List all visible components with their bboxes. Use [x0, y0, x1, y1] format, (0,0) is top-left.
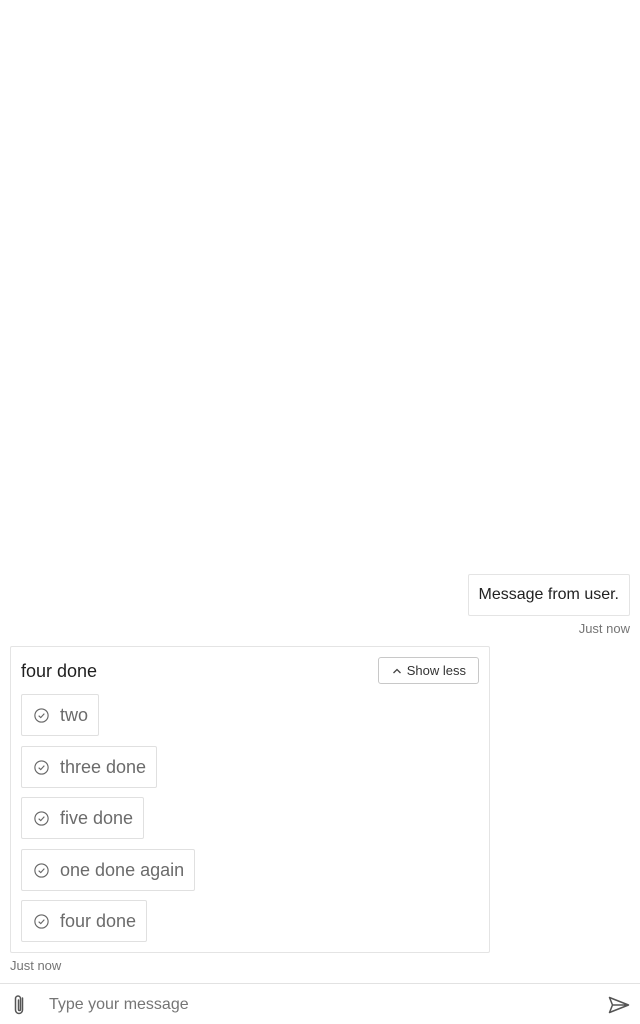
chat-transcript: Message from user. Just now four done Sh… [0, 0, 640, 984]
bot-message-timestamp: Just now [10, 958, 62, 973]
check-circle-icon [34, 707, 49, 723]
show-less-button[interactable]: Show less [377, 657, 479, 684]
option-label: five done [60, 807, 134, 828]
option-label: one done again [60, 859, 185, 880]
option-button[interactable]: five done [21, 797, 145, 839]
send-button[interactable] [608, 995, 630, 1015]
attach-button[interactable] [9, 993, 31, 1017]
check-circle-icon [34, 759, 49, 775]
paperclip-icon [14, 995, 24, 1015]
option-label: three done [60, 756, 147, 777]
user-message-text: Message from user. [478, 586, 620, 603]
option-button[interactable]: two [21, 694, 100, 736]
check-circle-icon [34, 913, 49, 929]
show-less-label: Show less [406, 663, 466, 678]
user-message-bubble: Message from user. [467, 574, 630, 616]
message-input[interactable] [49, 992, 589, 1018]
option-label: two [60, 704, 89, 725]
option-label: four done [60, 910, 137, 931]
chevron-up-icon [392, 668, 401, 673]
bot-options-card: four done Show less two three done five … [10, 646, 490, 953]
check-circle-icon [34, 862, 49, 878]
message-composer [0, 983, 640, 1024]
card-title: four done [21, 661, 98, 681]
option-button[interactable]: four done [21, 900, 148, 942]
option-button[interactable]: one done again [21, 849, 196, 891]
user-message-timestamp: Just now [578, 621, 630, 636]
check-circle-icon [34, 810, 49, 826]
option-button[interactable]: three done [21, 746, 158, 788]
send-icon [608, 996, 630, 1014]
